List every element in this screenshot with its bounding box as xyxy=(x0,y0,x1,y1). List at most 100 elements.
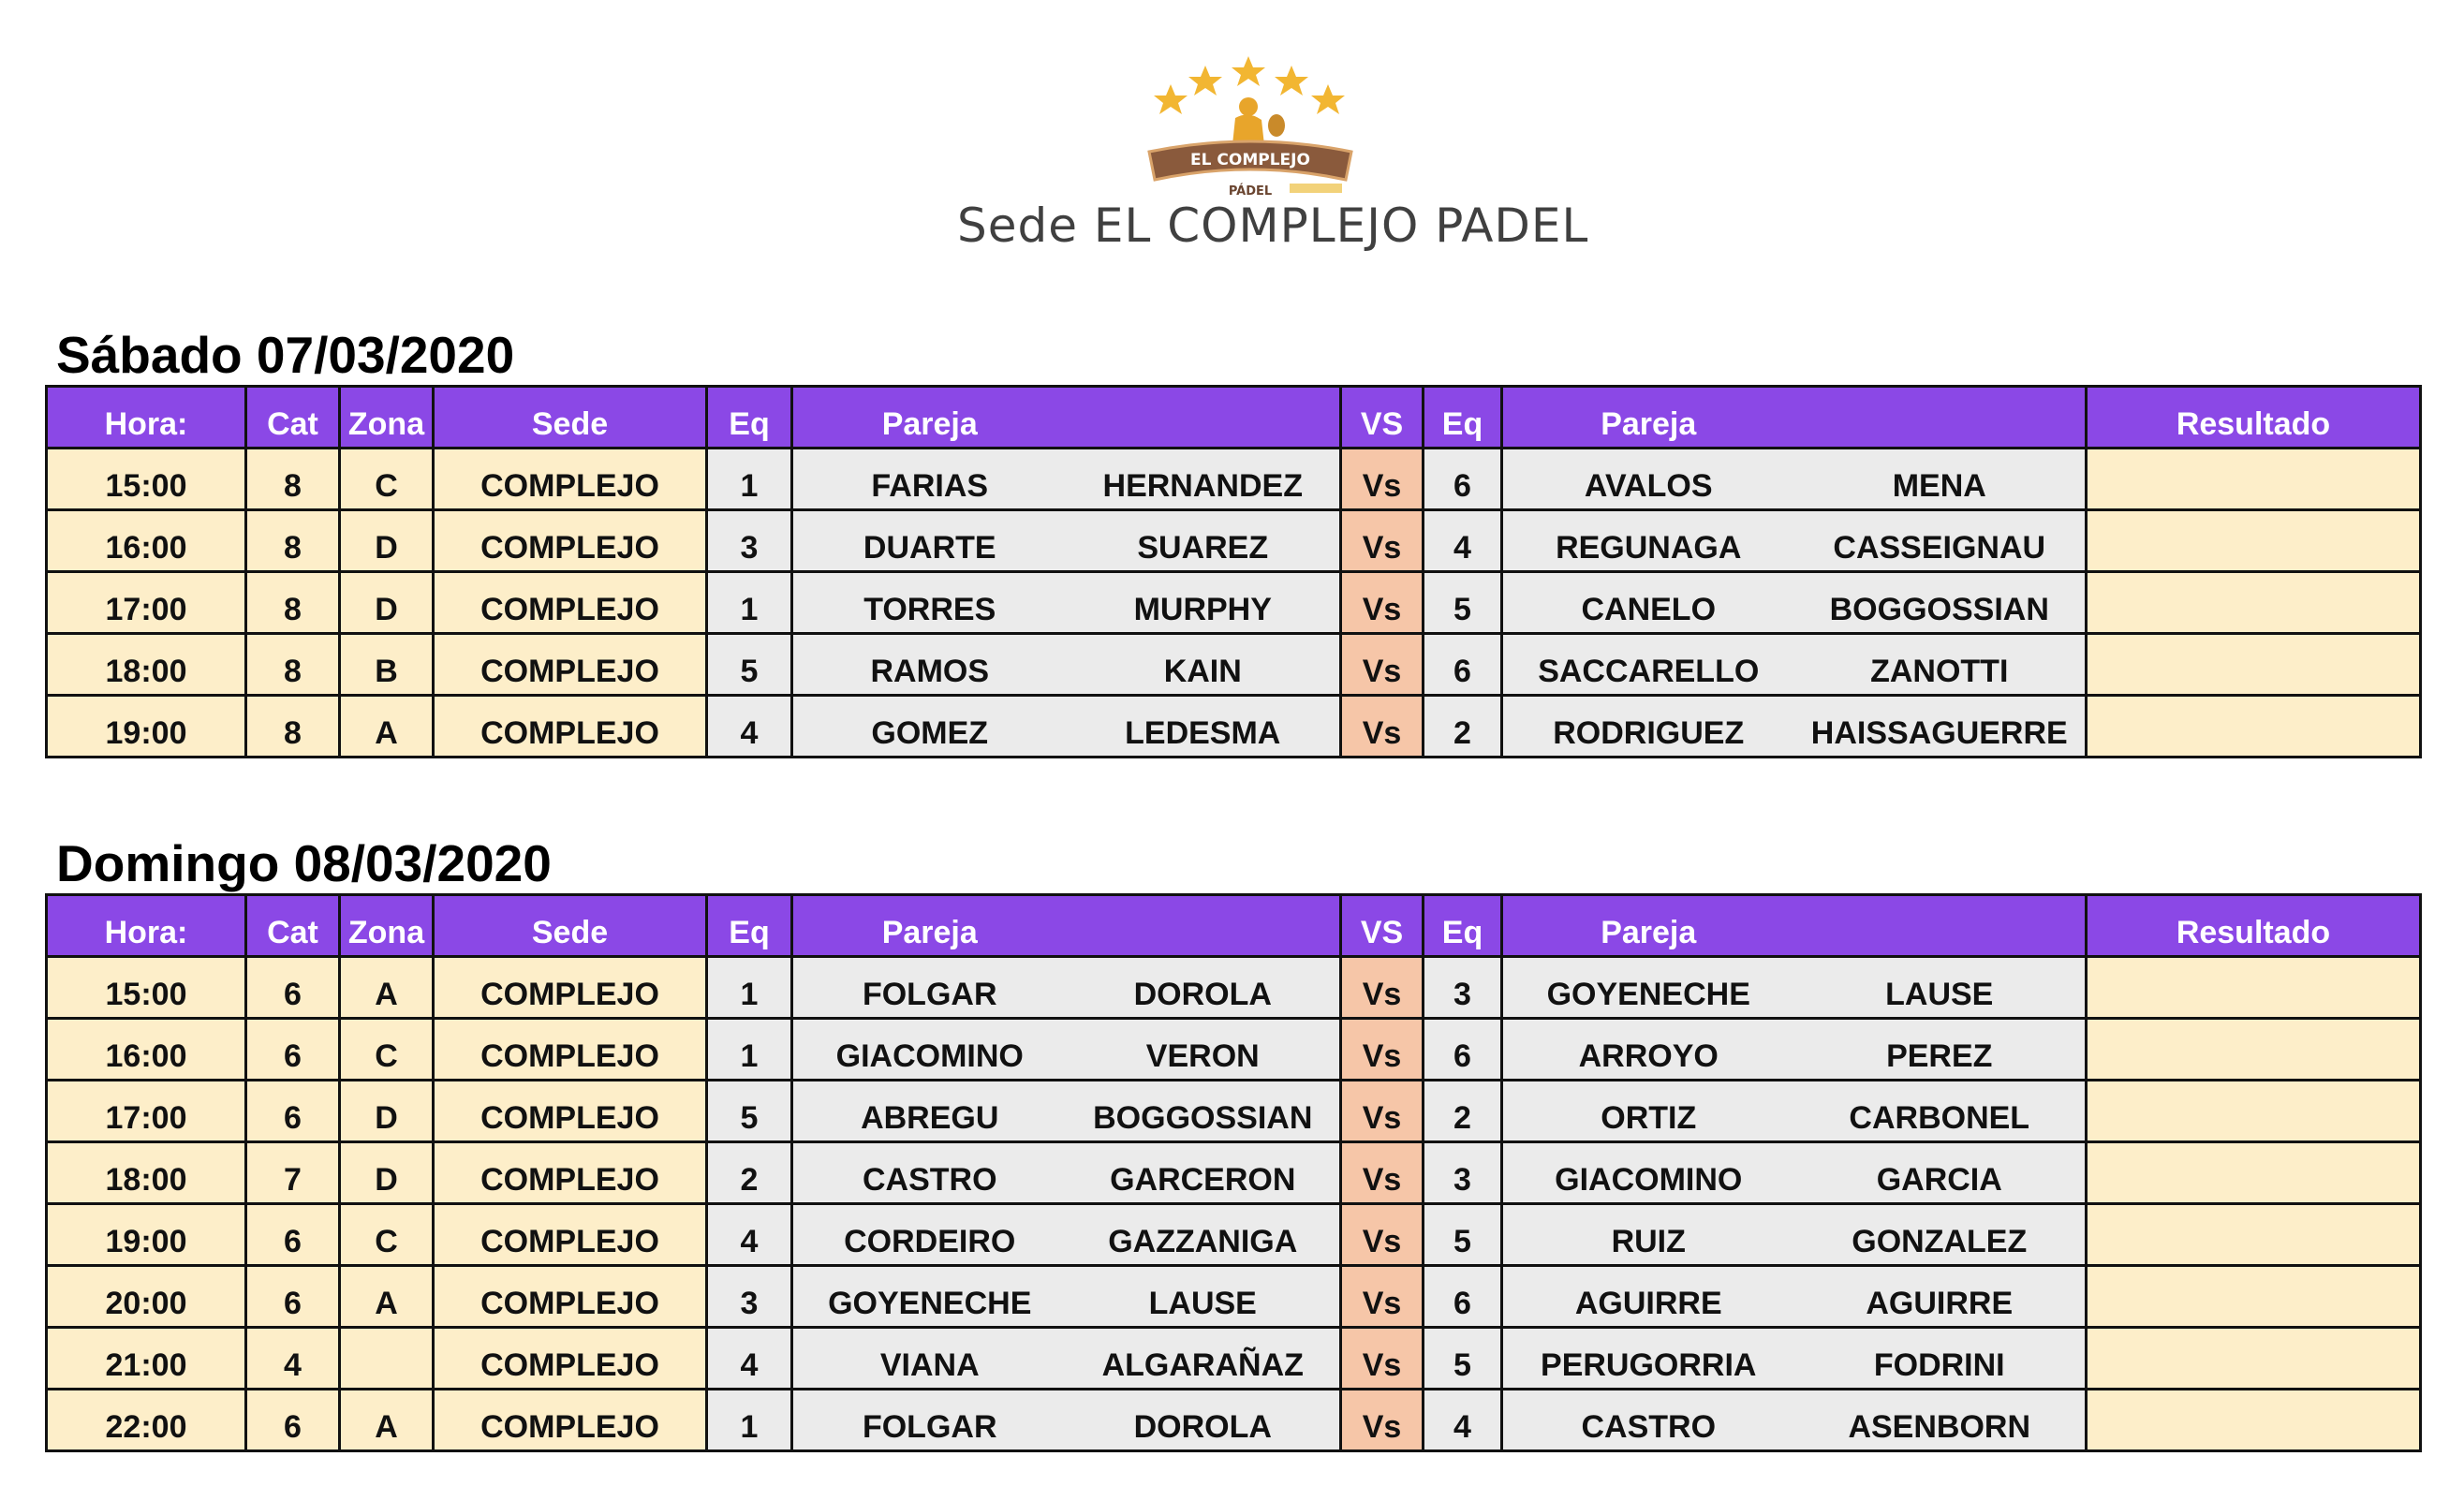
sede-cell: COMPLEJO xyxy=(432,1017,708,1081)
hora-cell: 20:00 xyxy=(45,1264,247,1329)
eq2-cell: 2 xyxy=(1422,694,1503,758)
logo: EL COMPLEJO PÁDEL xyxy=(1138,49,1363,208)
zona-cell: C xyxy=(338,1202,435,1267)
hora-cell: 19:00 xyxy=(45,1202,247,1267)
eq2-cell: 6 xyxy=(1422,447,1503,511)
eq1-cell: 3 xyxy=(705,1264,793,1329)
sede-cell: COMPLEJO xyxy=(432,955,708,1020)
player-name-second: BOGGOSSIAN xyxy=(1093,1100,1313,1136)
zona-cell: C xyxy=(338,1017,435,1081)
player-name-second: HERNANDEZ xyxy=(1102,468,1303,504)
player-name-second: GONZALEZ xyxy=(1852,1224,2028,1259)
player-name-second: SUAREZ xyxy=(1137,530,1269,566)
col-header-zona: Zona xyxy=(338,893,435,958)
sede-cell: COMPLEJO xyxy=(432,1079,708,1143)
eq2-cell: 5 xyxy=(1422,570,1503,635)
col-header-cat: Cat xyxy=(244,385,341,449)
vs-cell: Vs xyxy=(1339,447,1424,511)
col-header-resultado: Resultado xyxy=(2085,893,2422,958)
eq2-cell: 5 xyxy=(1422,1202,1503,1267)
player-name-first: DUARTE xyxy=(863,530,996,566)
sede-cell: COMPLEJO xyxy=(432,694,708,758)
col-header-sede: Sede xyxy=(432,893,708,958)
sede-cell: COMPLEJO xyxy=(432,1202,708,1267)
pareja2-cell: CASTRO ASENBORN xyxy=(1500,1388,2088,1452)
pareja2-cell: REGUNAGA CASSEIGNAU xyxy=(1500,508,2088,573)
logo-tagline-stripe xyxy=(1290,184,1342,193)
sede-cell: COMPLEJO xyxy=(432,447,708,511)
player-name-second: LAUSE xyxy=(1148,1286,1257,1321)
table-row: 22:00 6 A COMPLEJO 1 FOLGAR DOROLA Vs 4 CASTRO ASE… xyxy=(45,1388,2422,1452)
hora-cell: 15:00 xyxy=(45,447,247,511)
eq2-cell: 6 xyxy=(1422,1264,1503,1329)
resultado-cell xyxy=(2085,1326,2422,1390)
pareja1-cell: DUARTE SUAREZ xyxy=(790,508,1342,573)
player-name-second: KAIN xyxy=(1163,654,1242,689)
eq2-cell: 5 xyxy=(1422,1326,1503,1390)
eq2-cell: 6 xyxy=(1422,632,1503,697)
eq2-cell: 4 xyxy=(1422,1388,1503,1452)
table-row: 21:00 4 COMPLEJO 4 VIANA ALGARAÑAZ Vs 5 PERUGORR… xyxy=(45,1326,2422,1390)
cat-cell: 6 xyxy=(244,1388,341,1452)
eq1-cell: 1 xyxy=(705,1017,793,1081)
pareja2-cell: CANELO BOGGOSSIAN xyxy=(1500,570,2088,635)
table-row: 15:00 6 A COMPLEJO 1 FOLGAR DOROLA Vs 3 GOYENECHE… xyxy=(45,955,2422,1020)
player-name-second: BOGGOSSIAN xyxy=(1829,592,2049,627)
player-name-first: FOLGAR xyxy=(862,1409,997,1445)
pareja1-cell: FOLGAR DOROLA xyxy=(790,1388,1342,1452)
pareja1-cell: GOYENECHE LAUSE xyxy=(790,1264,1342,1329)
cat-cell: 6 xyxy=(244,1264,341,1329)
player-name-second: GARCERON xyxy=(1110,1162,1296,1198)
table-row: 19:00 8 A COMPLEJO 4 GOMEZ LEDESMA Vs 2 RODRIGUEZ… xyxy=(45,694,2422,758)
table-row: 15:00 8 C COMPLEJO 1 FARIAS HERNANDEZ Vs 6 AVALOS… xyxy=(45,447,2422,511)
hora-cell: 22:00 xyxy=(45,1388,247,1452)
player-name-first: GOYENECHE xyxy=(1546,977,1750,1012)
player-name-first: SACCARELLO xyxy=(1538,654,1760,689)
table-row: 17:00 8 D COMPLEJO 1 TORRES MURPHY Vs 5 CANELO BOG… xyxy=(45,570,2422,635)
table-row: 18:00 8 B COMPLEJO 5 RAMOS KAIN Vs 6 SACCARELLO ZA… xyxy=(45,632,2422,697)
player-name-first: GIACOMINO xyxy=(1555,1162,1743,1198)
resultado-cell xyxy=(2085,694,2422,758)
sede-cell: COMPLEJO xyxy=(432,1140,708,1205)
vs-cell: Vs xyxy=(1339,1202,1424,1267)
col-header-eq: Eq xyxy=(705,385,793,449)
day-title-sunday: Domingo 08/03/2020 xyxy=(56,834,552,892)
zona-cell: C xyxy=(338,447,435,511)
eq2-cell: 6 xyxy=(1422,1017,1503,1081)
pareja2-cell: ORTIZ CARBONEL xyxy=(1500,1079,2088,1143)
resultado-cell xyxy=(2085,1264,2422,1329)
pareja1-cell: CORDEIRO GAZZANIGA xyxy=(790,1202,1342,1267)
resultado-cell xyxy=(2085,632,2422,697)
vs-cell: Vs xyxy=(1339,955,1424,1020)
player-name-second: GAZZANIGA xyxy=(1108,1224,1298,1259)
zona-cell: A xyxy=(338,1388,435,1452)
vs-cell: Vs xyxy=(1339,570,1424,635)
page-title: Sede EL COMPLEJO PADEL xyxy=(957,199,1589,253)
schedule-table-saturday: Hora: Cat Zona Sede Eq Pareja VS Eq Pare… xyxy=(45,385,2422,758)
eq1-cell: 1 xyxy=(705,447,793,511)
pareja2-cell: AGUIRRE AGUIRRE xyxy=(1500,1264,2088,1329)
player-name-second: CASSEIGNAU xyxy=(1833,530,2046,566)
eq1-cell: 1 xyxy=(705,1388,793,1452)
hora-cell: 18:00 xyxy=(45,632,247,697)
player-name-second: LEDESMA xyxy=(1125,715,1281,751)
hora-cell: 21:00 xyxy=(45,1326,247,1390)
pareja1-cell: CASTRO GARCERON xyxy=(790,1140,1342,1205)
resultado-cell xyxy=(2085,1388,2422,1452)
vs-cell: Vs xyxy=(1339,1326,1424,1390)
vs-cell: Vs xyxy=(1339,1017,1424,1081)
pareja2-cell: GOYENECHE LAUSE xyxy=(1500,955,2088,1020)
player-name-first: GOYENECHE xyxy=(828,1286,1032,1321)
col-header-eq: Eq xyxy=(1422,385,1503,449)
pareja1-cell: RAMOS KAIN xyxy=(790,632,1342,697)
resultado-cell xyxy=(2085,1140,2422,1205)
eq2-cell: 3 xyxy=(1422,1140,1503,1205)
eq1-cell: 5 xyxy=(705,1079,793,1143)
cat-cell: 6 xyxy=(244,955,341,1020)
eq1-cell: 4 xyxy=(705,1326,793,1390)
col-header-zona: Zona xyxy=(338,385,435,449)
resultado-cell xyxy=(2085,447,2422,511)
zona-cell: D xyxy=(338,1140,435,1205)
player-name-first: GIACOMINO xyxy=(835,1038,1024,1074)
player-name-first: ORTIZ xyxy=(1601,1100,1697,1136)
